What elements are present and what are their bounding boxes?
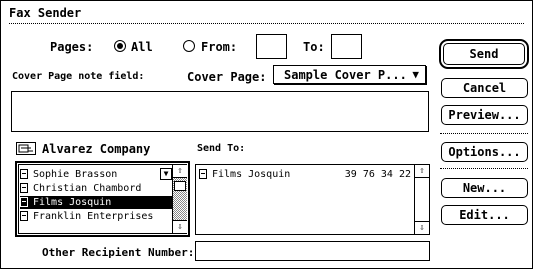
scroll-thumb[interactable] — [174, 181, 186, 191]
cover-note-field[interactable] — [11, 91, 429, 132]
address-book-scrollbar[interactable]: ⇧ ⇩ — [172, 165, 187, 233]
pages-all-radio[interactable] — [114, 40, 126, 52]
triangle-down-icon[interactable]: ▼ — [160, 168, 172, 180]
separator — [440, 133, 528, 134]
pages-from-label[interactable]: From: — [201, 40, 237, 54]
cancel-button[interactable]: Cancel — [441, 78, 528, 98]
list-item[interactable]: Franklin Enterprises — [20, 210, 170, 223]
pages-label: Pages: — [50, 40, 94, 54]
list-item[interactable]: Christian Chambord — [20, 182, 170, 195]
other-recipient-label: Other Recipient Number: — [42, 246, 195, 259]
cover-page-popup[interactable]: Sample Cover P... ▼ — [273, 65, 426, 84]
cover-page-value: Sample Cover P... — [284, 67, 407, 82]
address-book-name: Alvarez Company — [42, 142, 151, 156]
options-button[interactable]: Options... — [441, 142, 528, 162]
pages-to-label: To: — [303, 40, 325, 54]
window-title: Fax Sender — [9, 4, 525, 26]
other-recipient-input[interactable] — [195, 241, 430, 261]
card-icon — [20, 197, 28, 207]
pages-from-radio[interactable] — [183, 40, 195, 52]
send-to-scrollbar[interactable]: ⇧ ⇩ — [414, 165, 429, 234]
pages-to-input[interactable] — [331, 34, 362, 59]
card-icon — [20, 169, 28, 179]
send-button[interactable]: Send — [439, 39, 529, 69]
address-book-list[interactable]: Sophie Brasson ▼ Christian Chambord Film… — [15, 161, 190, 237]
list-item[interactable]: Films Josquin 39 76 34 22 — [199, 168, 411, 181]
separator — [440, 168, 528, 169]
scroll-track[interactable] — [415, 178, 429, 221]
triangle-down-icon: ▼ — [412, 68, 419, 81]
edit-button[interactable]: Edit... — [441, 205, 528, 225]
address-book-icon[interactable] — [16, 142, 36, 155]
preview-button[interactable]: Preview... — [441, 105, 528, 125]
pages-all-label[interactable]: All — [131, 40, 153, 54]
send-to-list[interactable]: Films Josquin 39 76 34 22 ⇧ ⇩ — [195, 164, 430, 235]
card-icon — [199, 169, 207, 179]
pages-from-input[interactable] — [256, 34, 287, 59]
cover-page-label: Cover Page: — [187, 70, 267, 84]
arrow-down-icon[interactable]: ⇩ — [173, 220, 187, 233]
list-item[interactable]: Films Josquin — [20, 196, 172, 209]
list-item[interactable]: Sophie Brasson — [20, 168, 170, 181]
arrow-up-icon[interactable]: ⇧ — [415, 165, 429, 178]
send-to-label: Send To: — [197, 143, 246, 154]
recipient-name: Films Josquin — [212, 169, 291, 180]
arrow-down-icon[interactable]: ⇩ — [415, 221, 429, 234]
fax-sender-window: Fax Sender Pages: All From: To: Cover Pa… — [0, 0, 533, 269]
arrow-up-icon[interactable]: ⇧ — [173, 165, 187, 178]
card-icon — [20, 211, 28, 221]
new-button[interactable]: New... — [441, 178, 528, 198]
card-icon — [20, 183, 28, 193]
recipient-number: 39 76 34 22 — [344, 169, 411, 180]
cover-note-label: Cover Page note field: — [12, 71, 145, 82]
